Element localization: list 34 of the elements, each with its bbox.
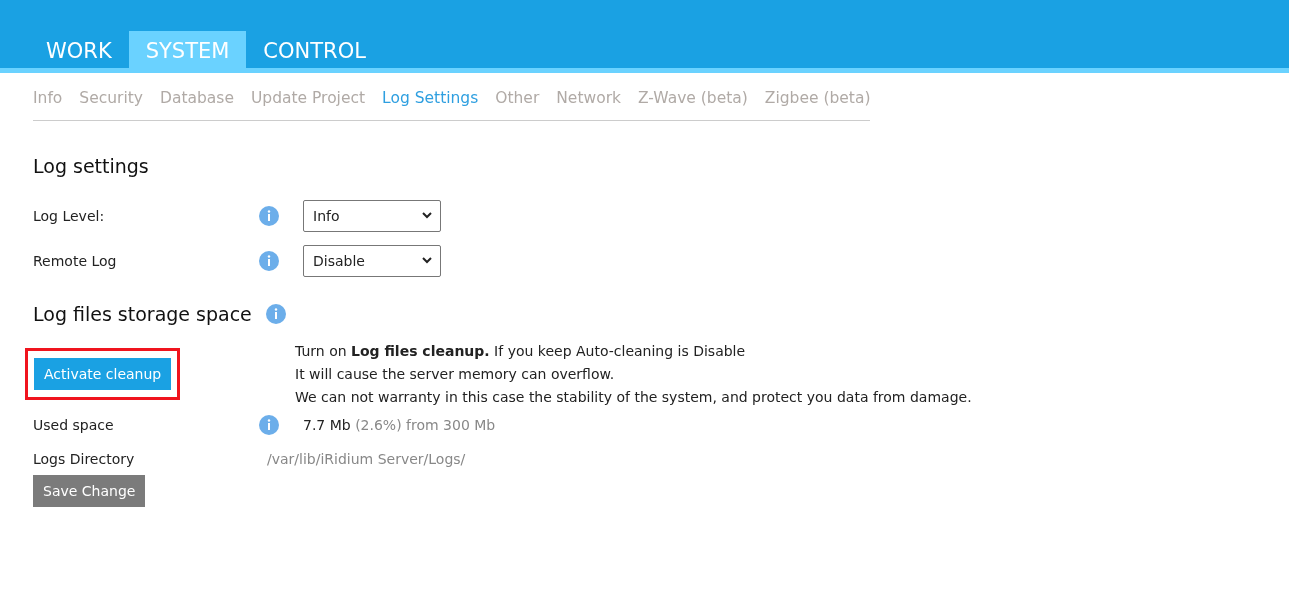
main-tab[interactable]: SYSTEM xyxy=(128,31,247,68)
notice-text: Turn on Log files cleanup. If you keep Auto-cleaning is Disable xyxy=(295,342,747,361)
info-icon[interactable] xyxy=(259,250,279,271)
sub-tab[interactable]: Info xyxy=(33,89,63,107)
field-label: Log Level: xyxy=(33,207,106,224)
select-field[interactable]: Info xyxy=(303,199,441,232)
notice-text: We can not warranty in this case the stability of the system, and protect you data from damage. xyxy=(295,388,973,407)
chevron-down-icon xyxy=(422,257,432,264)
sub-tab[interactable]: Security xyxy=(79,89,143,107)
used-space-detail: (2.6%) from 300 Mb xyxy=(355,417,496,433)
sub-tab[interactable]: Database xyxy=(160,89,234,107)
info-icon[interactable] xyxy=(259,415,279,435)
field-label: Remote Log xyxy=(33,252,118,269)
field-label: Logs Directory xyxy=(33,451,136,467)
main-tab[interactable]: CONTROL xyxy=(246,31,383,68)
section-title: Log settings xyxy=(33,155,149,177)
field-label: Used space xyxy=(33,417,115,433)
sub-tab[interactable]: Zigbee (beta) xyxy=(764,89,871,107)
section-title: Log files storage space xyxy=(33,303,252,325)
sub-tab[interactable]: Log Settings xyxy=(382,89,479,107)
sub-tab[interactable]: Z-Wave (beta) xyxy=(638,89,748,107)
select-field[interactable]: Disable xyxy=(303,244,441,277)
directory-path: /var/lib/iRidium Server/Logs/ xyxy=(267,451,467,467)
main-tab[interactable]: WORK xyxy=(29,31,129,68)
sub-tab[interactable]: Other xyxy=(495,89,540,107)
notice-text: It will cause the server memory can overflow. xyxy=(295,365,616,384)
sub-tab[interactable]: Update Project xyxy=(250,89,366,107)
info-icon[interactable] xyxy=(259,205,279,226)
chevron-down-icon xyxy=(422,212,432,219)
sub-tab[interactable]: Network xyxy=(556,89,621,107)
used-space-value: 7.7 Mb xyxy=(303,417,351,433)
save-change-button[interactable]: Save Change xyxy=(33,475,146,507)
info-icon[interactable] xyxy=(265,304,286,324)
activate-cleanup-button[interactable]: Activate cleanup xyxy=(34,358,172,390)
